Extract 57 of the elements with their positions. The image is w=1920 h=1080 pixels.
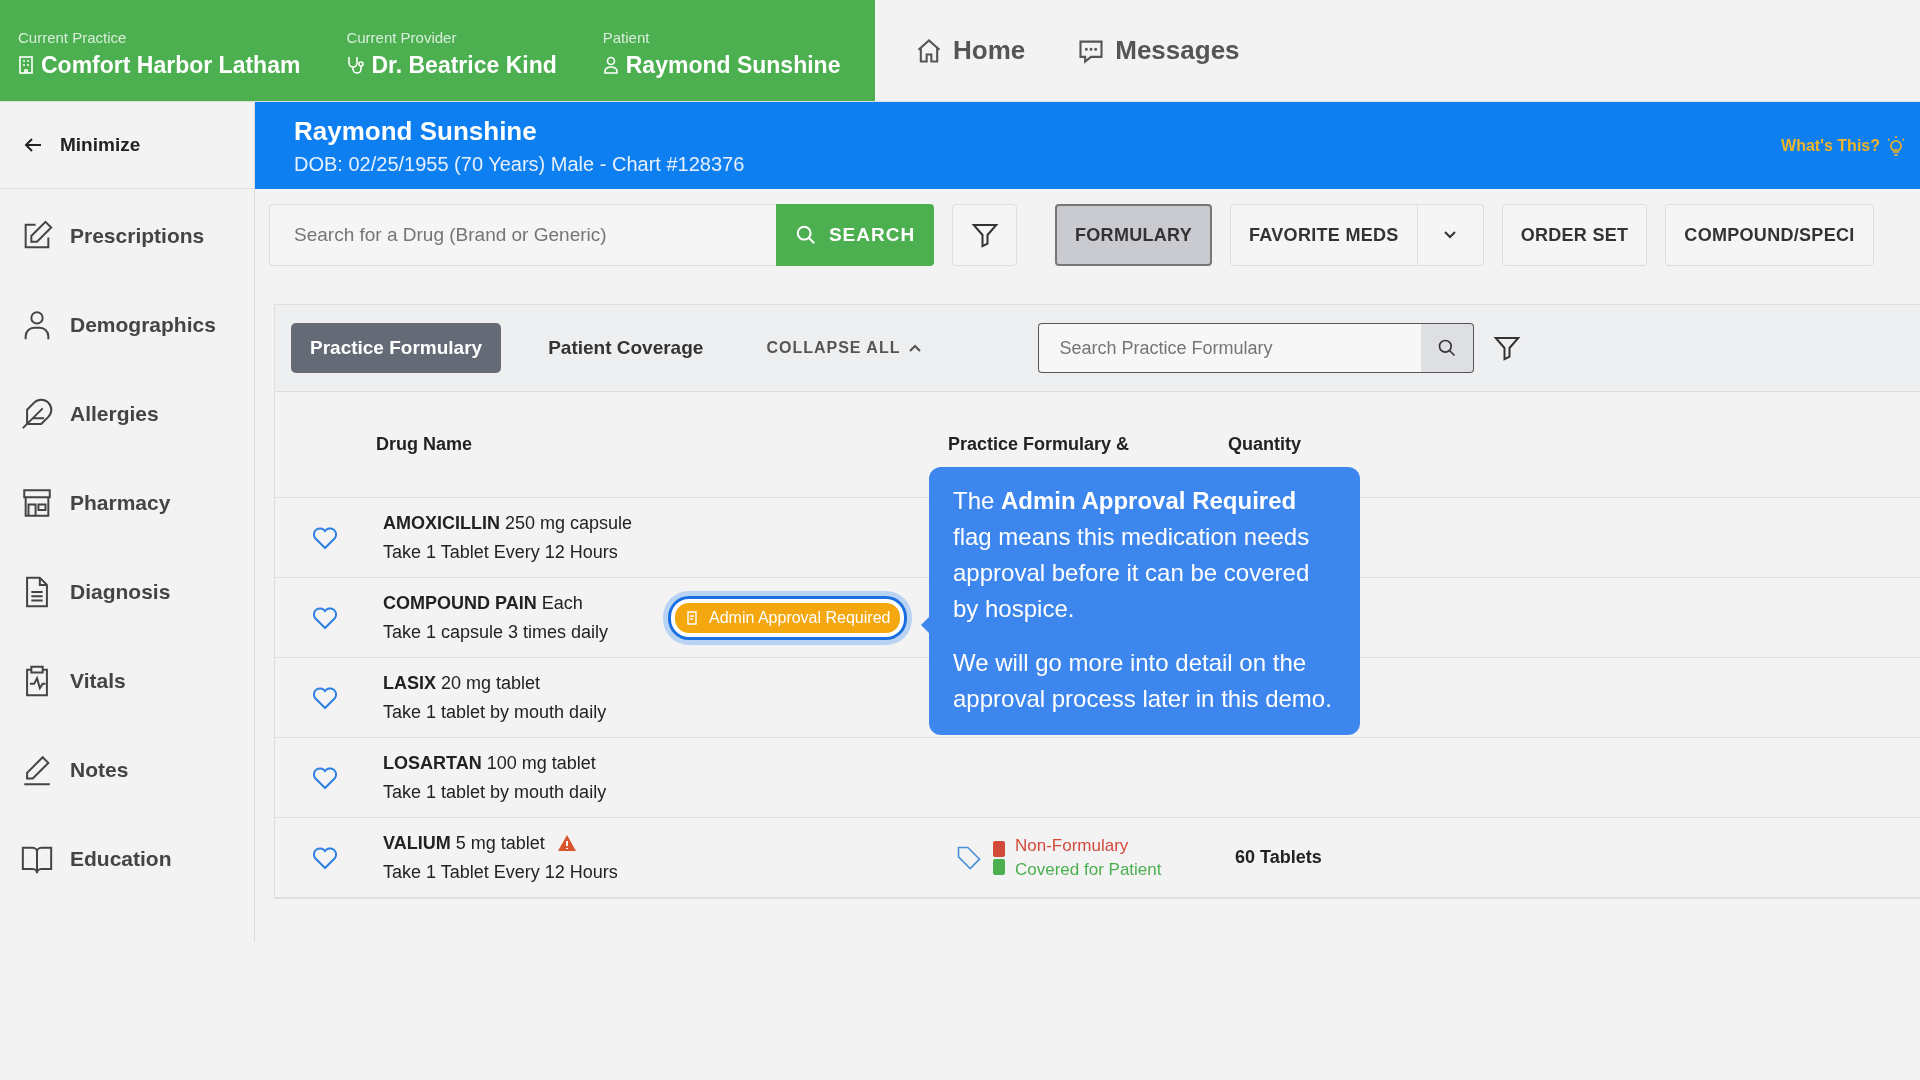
filter-button[interactable]: [952, 204, 1017, 266]
drug-search-field[interactable]: Search for a Drug (Brand or Generic): [269, 204, 776, 266]
collapse-all-button[interactable]: COLLAPSE ALL: [760, 338, 929, 358]
toolbar-button[interactable]: FORMULARY: [1055, 204, 1213, 266]
sidebar-item[interactable]: Vitals: [0, 636, 254, 725]
context-label: Patient: [602, 28, 651, 46]
drug-name: VALIUM 5 mg tablet: [383, 832, 545, 854]
tooltip-text: The Admin Approval Required flag means this medication needs approval before it can be covered by hospice.: [953, 486, 1311, 624]
status-text: Covered for Patient: [1015, 859, 1162, 880]
drug-name: LOSARTAN 100 mg tablet: [383, 752, 596, 774]
toolbar-button[interactable]: COMPOUND/SPECI: [1665, 204, 1874, 266]
heart-icon[interactable]: [312, 845, 338, 870]
status-text: Non-Formulary: [1015, 835, 1130, 856]
lightbulb-icon: [1886, 134, 1906, 157]
tooltip-text: We will go more into detail on the approval process later in this demo.: [953, 648, 1333, 714]
sidebar-item[interactable]: Demographics: [0, 280, 254, 369]
chevron-down-icon: [1443, 229, 1458, 240]
drug-instructions: Take 1 Tablet Every 12 Hours: [383, 541, 619, 563]
drug-name: LASIX 20 mg tablet: [383, 672, 541, 694]
drug-instructions: Take 1 capsule 3 times daily: [383, 621, 610, 643]
sidebar-item[interactable]: Notes: [0, 725, 254, 814]
heart-icon[interactable]: [312, 765, 338, 790]
warning-icon: [556, 834, 577, 852]
context-label: Current Practice: [18, 28, 128, 46]
drug-instructions: Take 1 tablet by mouth daily: [383, 701, 608, 723]
tab[interactable]: Patient Coverage: [529, 323, 723, 373]
sidebar-item[interactable]: Diagnosis: [0, 547, 254, 636]
column-header: Drug Name: [375, 434, 474, 455]
context-label: Current Provider: [346, 28, 458, 46]
column-header: Practice Formulary &: [948, 434, 1131, 455]
sidebar-item[interactable]: Allergies: [0, 369, 254, 458]
column-header: Quantity: [1228, 434, 1302, 455]
tab[interactable]: Practice Formulary: [291, 323, 502, 373]
toolbar-button[interactable]: FAVORITE MEDS: [1230, 204, 1418, 266]
patient-name: Raymond Sunshine: [294, 115, 538, 147]
person-icon: [602, 56, 619, 74]
drug-instructions: Take 1 Tablet Every 12 Hours: [383, 861, 619, 883]
search-icon: [794, 224, 817, 246]
heart-icon[interactable]: [312, 525, 338, 550]
quantity: 60 Tablets: [1235, 847, 1322, 867]
sidebar-item[interactable]: Pharmacy: [0, 458, 254, 547]
nav-link[interactable]: Messages: [1077, 35, 1240, 66]
stethoscope-icon: [346, 55, 365, 75]
sidebar-item[interactable]: Education: [0, 814, 254, 903]
toolbar-button[interactable]: ORDER SET: [1501, 204, 1648, 266]
drug-name: AMOXICILLIN 250 mg capsule: [383, 512, 633, 534]
drug-name: COMPOUND PAIN Each: [383, 592, 583, 614]
building-icon: [18, 56, 34, 74]
nav-link[interactable]: Home: [915, 35, 1026, 66]
sidebar-item[interactable]: Prescriptions: [0, 191, 254, 280]
drug-instructions: Take 1 tablet by mouth daily: [383, 781, 608, 803]
heart-icon[interactable]: [312, 685, 338, 710]
patient-details: DOB: 02/25/1955 (70 Years) Male - Chart #128376: [294, 152, 745, 176]
heart-icon[interactable]: [312, 605, 338, 630]
arrow-left-icon: [24, 137, 42, 153]
feather-icon: [20, 396, 54, 431]
chevron-up-icon: [908, 343, 923, 353]
